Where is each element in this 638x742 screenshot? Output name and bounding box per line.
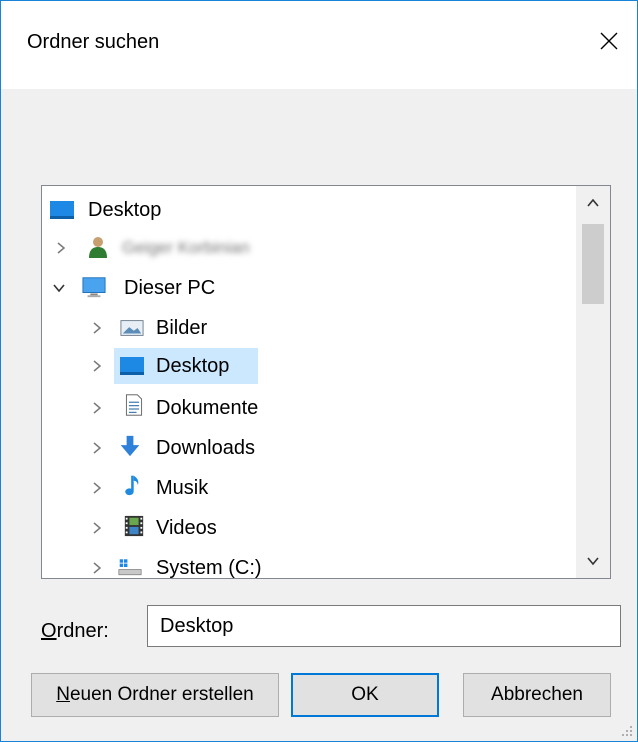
button-label: Abbrechen xyxy=(491,684,583,705)
tree-item-desktop[interactable]: Desktop xyxy=(42,348,582,384)
chevron-up-icon xyxy=(587,198,599,207)
tree-item-label: Musik xyxy=(156,477,209,499)
documents-icon xyxy=(125,394,143,416)
videos-icon xyxy=(124,515,144,537)
title-bar: Ordner suchen xyxy=(1,1,637,89)
cancel-button[interactable]: Abbrechen xyxy=(463,673,611,717)
dialog-title: Ordner suchen xyxy=(27,31,160,53)
tree-item-this-pc[interactable]: Dieser PC xyxy=(42,270,582,306)
user-icon xyxy=(89,237,107,258)
desktop-icon xyxy=(50,201,74,219)
close-icon xyxy=(600,32,618,50)
tree-item-label: Bilder xyxy=(156,317,208,339)
tree-item-label: Dieser PC xyxy=(124,277,216,299)
button-label: OK xyxy=(351,684,379,705)
tree-item-music[interactable]: Musik xyxy=(42,470,582,506)
tree-item-label: System (C:) xyxy=(156,557,262,579)
chevron-right-icon[interactable] xyxy=(90,481,104,495)
chevron-right-icon[interactable] xyxy=(90,521,104,535)
tree-item-documents[interactable]: Dokumente xyxy=(42,390,582,426)
scroll-thumb[interactable] xyxy=(582,224,604,304)
tree-item-label: Geiger Korbinian xyxy=(122,238,250,257)
tree-item-label: Videos xyxy=(156,517,217,539)
new-folder-button[interactable]: Neuen Ordner erstellen xyxy=(31,673,279,717)
chevron-down-icon[interactable] xyxy=(52,281,66,295)
tree-item-user[interactable]: Geiger Korbinian xyxy=(42,230,582,266)
chevron-right-icon[interactable] xyxy=(90,561,104,575)
ok-button[interactable]: OK xyxy=(291,673,439,717)
tree-item-pictures[interactable]: Bilder xyxy=(42,310,582,346)
tree-item-label: Desktop xyxy=(88,199,162,221)
label-text: rdner: xyxy=(56,620,109,642)
tree-item-label: Dokumente xyxy=(156,397,259,419)
scroll-up-button[interactable] xyxy=(576,186,610,220)
folder-browser-dialog: Ordner suchen Desktop Geiger Korbinian D… xyxy=(0,0,638,742)
tree-scrollbar[interactable] xyxy=(576,186,610,578)
drive-icon xyxy=(118,559,142,576)
scroll-down-button[interactable] xyxy=(576,544,610,578)
downloads-icon xyxy=(120,435,140,457)
computer-icon xyxy=(82,277,106,298)
button-label: euen Ordner erstellen xyxy=(69,684,254,705)
resize-grip-icon[interactable] xyxy=(619,723,633,737)
tree-item-label: Downloads xyxy=(156,437,255,459)
desktop-icon xyxy=(120,357,144,375)
tree-item-desktop-root[interactable]: Desktop xyxy=(42,192,582,228)
access-key: O xyxy=(41,620,57,642)
chevron-right-icon[interactable] xyxy=(54,241,68,255)
tree-item-system-drive[interactable]: System (C:) xyxy=(42,550,582,579)
access-key: N xyxy=(56,684,70,705)
close-button[interactable] xyxy=(581,13,637,69)
pictures-icon xyxy=(120,320,144,336)
chevron-right-icon[interactable] xyxy=(90,401,104,415)
tree-item-downloads[interactable]: Downloads xyxy=(42,430,582,466)
chevron-right-icon[interactable] xyxy=(90,441,104,455)
tree-item-label: Desktop xyxy=(156,355,230,377)
chevron-down-icon xyxy=(587,557,599,566)
folder-field[interactable] xyxy=(147,605,621,647)
music-icon xyxy=(125,475,139,496)
folder-field-label: Ordner: xyxy=(41,620,109,643)
folder-tree[interactable]: Desktop Geiger Korbinian Dieser PC Bilde… xyxy=(41,185,611,579)
tree-item-videos[interactable]: Videos xyxy=(42,510,582,546)
chevron-right-icon[interactable] xyxy=(90,321,104,335)
chevron-right-icon[interactable] xyxy=(90,359,104,373)
